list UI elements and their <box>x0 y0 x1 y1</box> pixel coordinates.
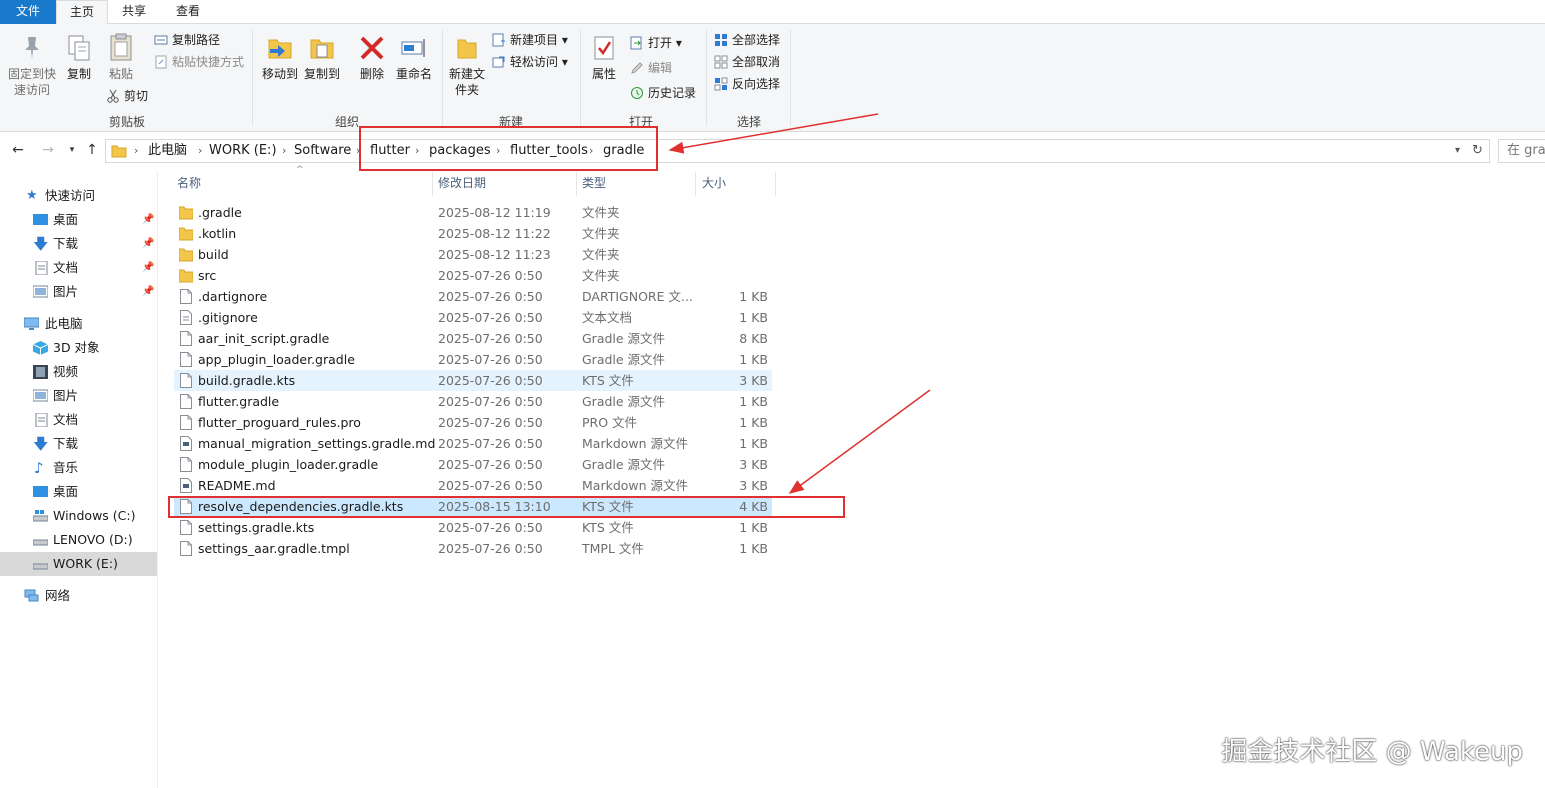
arrow-to-file <box>788 389 931 494</box>
arrow-to-path <box>668 113 879 154</box>
watermark: 掘金技术社区 @ Wakeup <box>1221 737 1523 767</box>
annotation-arrows <box>668 113 931 494</box>
